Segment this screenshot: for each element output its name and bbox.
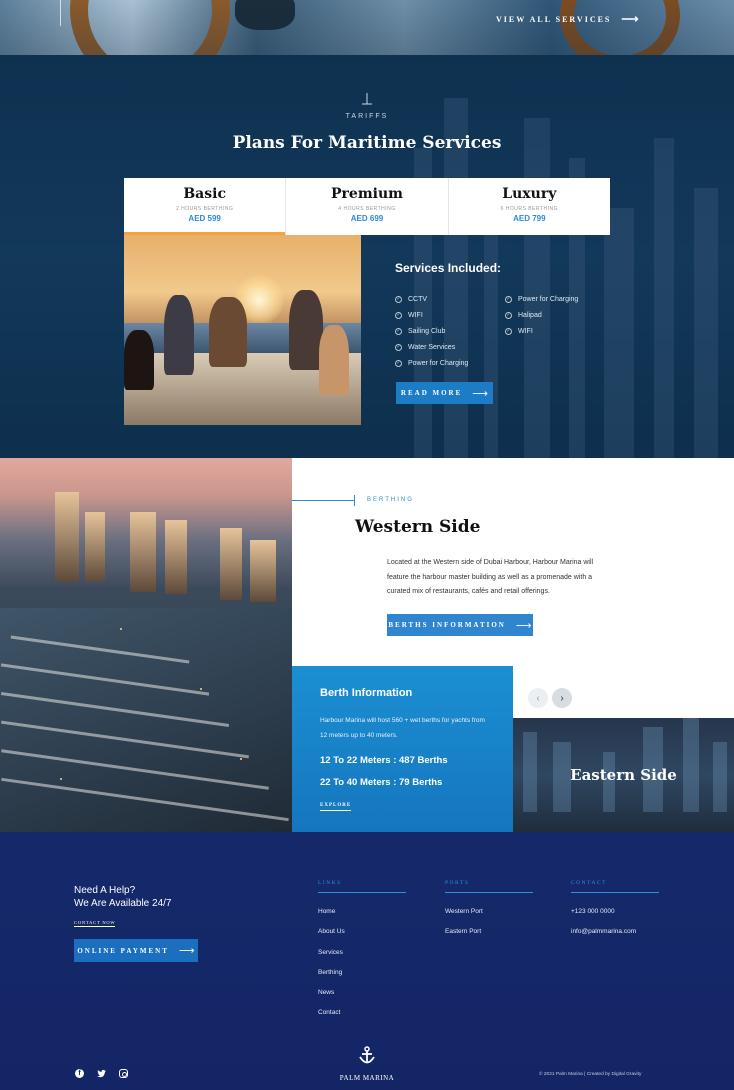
footer-link-contact[interactable]: Contact (318, 1009, 345, 1029)
ports-list: Western Port Eastern Port (445, 908, 483, 949)
plan-price: AED 799 (513, 214, 546, 223)
berth-information-box: Berth Information Harbour Marina will ho… (292, 666, 513, 832)
twitter-icon[interactable] (97, 1069, 106, 1078)
footer-link-home[interactable]: Home (318, 908, 345, 928)
footer-link-about[interactable]: About Us (318, 928, 345, 948)
plan-duration: 2 HOURS BERTHING (175, 206, 234, 212)
plan-price: AED 699 (350, 214, 384, 223)
plan-tab-basic[interactable]: Basic 2 HOURS BERTHING AED 599 (124, 178, 287, 235)
facebook-icon[interactable]: f (75, 1069, 84, 1078)
footer-link-western-port[interactable]: Western Port (445, 908, 483, 928)
plan-name: Luxury (502, 186, 557, 202)
check-icon: ✓ (505, 295, 512, 303)
links-heading: LINKS (318, 880, 406, 893)
check-icon: ✓ (395, 359, 402, 367)
berth-stat-large: 22 To 40 Meters : 79 Berths (320, 777, 443, 788)
tariffs-section: TARIFFS Plans For Maritime Services Basi… (0, 55, 734, 458)
check-icon: ✓ (395, 295, 402, 303)
ports-heading: PORTS (445, 880, 533, 893)
contact-heading: CONTACT (571, 880, 659, 893)
berthing-description: Located at the Western side of Dubai Har… (387, 559, 594, 595)
marina-aerial-photo (0, 458, 292, 832)
footer-phone[interactable]: +123 000 0000 (571, 908, 636, 928)
berths-information-button[interactable]: BERTHS INFORMATION ⟶ (387, 614, 533, 636)
footer-link-services[interactable]: Services (318, 949, 345, 969)
carousel-prev-button[interactable]: ‹ (528, 688, 548, 708)
logo-name: PALM MARINA (339, 1074, 395, 1082)
hero-banner: VIEW ALL SERVICES ⟶ (0, 0, 734, 55)
arrow-right-icon: ⟶ (515, 618, 532, 632)
instagram-icon[interactable] (119, 1069, 128, 1078)
service-item: ✓ Power for Charging (505, 295, 579, 303)
plan-tabs: Basic 2 HOURS BERTHING AED 599 Premium 4… (124, 178, 610, 235)
arrow-right-icon: ⟶ (472, 386, 489, 400)
explore-link[interactable]: EXPLORE (320, 803, 352, 811)
plan-duration: 4 HOURS BERTHING (338, 206, 396, 212)
check-icon: ✓ (505, 311, 512, 319)
arrow-right-icon: ⟶ (621, 12, 639, 26)
service-item: ✓ WIFI (505, 327, 533, 335)
contact-now-link[interactable]: CONTACT NOW (74, 920, 116, 927)
service-item: ✓ CCTV (395, 295, 428, 303)
arrow-right-icon: ⟶ (178, 944, 195, 957)
view-all-services-label: VIEW ALL SERVICES (496, 15, 612, 24)
check-icon: ✓ (395, 327, 402, 335)
berth-info-text: Harbour Marina will host 560 + wet berth… (320, 717, 485, 739)
contact-list: +123 000 0000 info@palmmarina.com (571, 908, 636, 949)
view-all-services-link[interactable]: VIEW ALL SERVICES ⟶ (496, 12, 639, 27)
footer-link-news[interactable]: News (318, 989, 345, 1009)
check-icon: ✓ (395, 343, 402, 351)
plan-tab-luxury[interactable]: Luxury 6 HOURS BERTHING AED 799 (449, 178, 610, 235)
plan-name: Basic (183, 186, 226, 202)
check-icon: ✓ (505, 327, 512, 335)
carousel-next-button[interactable]: › (552, 688, 572, 708)
service-item: ✓ WIFI (395, 311, 423, 319)
palm-marina-logo[interactable]: PALM MARINA (338, 1046, 396, 1082)
read-more-button[interactable]: READ MORE ⟶ (396, 382, 493, 404)
tariffs-eyebrow: TARIFFS (345, 113, 389, 120)
services-title: Services Included: (395, 261, 502, 275)
plan-price: AED 599 (188, 214, 221, 223)
service-item: ✓ Water Services (395, 343, 456, 351)
copyright-text: © 2021 Palm Marina | Created by Digital … (539, 1072, 642, 1077)
chevron-right-icon: › (560, 692, 564, 704)
eastern-side-card[interactable]: Eastern Side (513, 718, 734, 832)
site-footer: Need A Help? We Are Available 24/7 CONTA… (0, 832, 734, 1090)
berthing-eyebrow: BERTHING (367, 497, 414, 503)
plan-tab-premium[interactable]: Premium 4 HOURS BERTHING AED 699 (286, 178, 449, 235)
service-item: ✓ Power for Charging (395, 359, 469, 367)
social-links: f (75, 1069, 128, 1078)
tariffs-title: Plans For Maritime Services (232, 133, 502, 153)
berth-info-title: Berth Information (320, 687, 413, 699)
berth-stat-small: 12 To 22 Meters : 487 Berths (320, 755, 448, 766)
services-included: Services Included: ✓ CCTV ✓ WIFI ✓ Sailing … (395, 261, 615, 371)
hero-divider (60, 0, 61, 26)
chevron-left-icon: ‹ (536, 692, 540, 704)
footer-link-berthing[interactable]: Berthing (318, 969, 345, 989)
online-payment-button[interactable]: ONLINE PAYMENT ⟶ (74, 939, 198, 962)
yacht-party-photo (124, 235, 361, 425)
links-list: Home About Us Services Berthing News Con… (318, 908, 345, 1030)
footer-email[interactable]: info@palmmarina.com (571, 928, 636, 948)
anchor-icon (362, 93, 372, 105)
anchor-logo-icon (359, 1046, 375, 1064)
service-item: ✓ Halipad (505, 311, 542, 319)
check-icon: ✓ (395, 311, 402, 319)
service-item: ✓ Sailing Club (395, 327, 446, 335)
plan-name: Premium (331, 186, 403, 202)
berthing-title: Western Side (355, 517, 481, 537)
help-text: Need A Help? We Are Available 24/7 (74, 885, 172, 909)
berthing-divider (292, 500, 355, 501)
eastern-side-title: Eastern Side (570, 766, 677, 784)
plan-duration: 6 HOURS BERTHING (500, 206, 558, 212)
footer-link-eastern-port[interactable]: Eastern Port (445, 928, 483, 948)
